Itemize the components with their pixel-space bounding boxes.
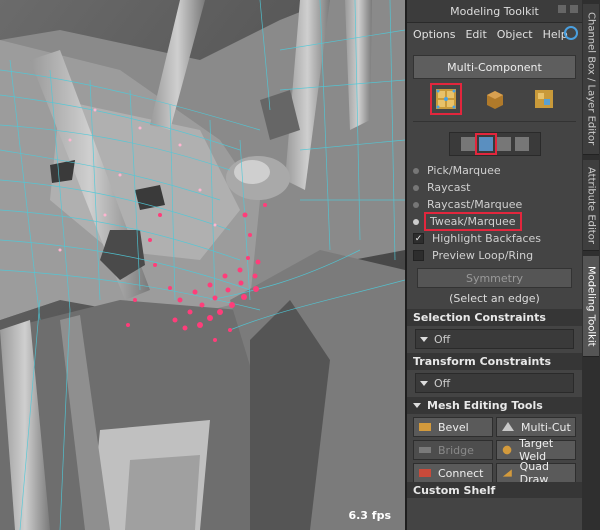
modeling-toolkit-panel: Modeling Toolkit Options Edit Object Hel… [407,0,582,530]
button-label: Connect [438,466,484,480]
drag-icon[interactable] [514,137,529,151]
checkbox-highlight-backfaces[interactable]: ✓ Highlight Backfaces [407,230,582,247]
quad-draw-button[interactable]: Quad Draw [496,460,576,486]
dropdown-value: Off [434,376,451,390]
bridge-button[interactable]: Bridge [413,440,493,460]
button-label: Multi-Cut [521,420,571,434]
chevron-down-icon [420,336,428,342]
mesh-editing-tools-header[interactable]: Mesh Editing Tools [407,397,582,414]
radio-label: Tweak/Marquee [424,212,522,231]
face-mode-icon[interactable] [483,87,507,111]
tab-attribute-editor[interactable]: Attribute Editor [583,160,599,251]
connect-icon [419,469,431,477]
transform-constraints-dropdown[interactable]: Off [415,373,574,393]
selection-constraints-header[interactable]: Selection Constraints [407,309,582,326]
section-title: Mesh Editing Tools [427,399,543,412]
check-box [413,250,424,261]
component-mode-row [421,83,568,115]
bridge-icon [419,447,431,453]
pick-mode-toolbar [448,132,541,156]
radio-tweak-marquee[interactable]: Tweak/Marquee [407,212,582,231]
side-tab-bar: Channel Box / Layer Editor Attribute Edi… [582,0,600,530]
vertex-mode-icon[interactable] [429,83,462,115]
radio-raycast-marquee[interactable]: Raycast/Marquee [407,196,582,213]
radio-label: Raycast/Marquee [427,198,523,211]
dropdown-value: Off [434,332,451,346]
menu-options[interactable]: Options [413,28,455,41]
target-weld-icon [502,445,512,455]
uv-mode-icon[interactable] [532,87,556,111]
panel-title: Modeling Toolkit [450,4,539,18]
radio-indicator [413,218,419,225]
radio-indicator [413,167,419,174]
raycast-icon[interactable] [496,137,511,151]
menu-bar: Options Edit Object Help [407,23,582,45]
selection-constraints-dropdown[interactable]: Off [415,329,574,349]
radio-label: Raycast [427,181,471,194]
check-icon: ✓ [413,233,424,244]
fps-readout: 6.3 fps [348,509,391,522]
connect-button[interactable]: Connect [413,463,493,483]
bevel-button[interactable]: Bevel [413,417,493,437]
selection-mode-list: Pick/Marquee Raycast Raycast/Marquee Twe… [407,162,582,264]
radio-indicator [413,201,419,208]
multi-component-button[interactable]: Multi-Component [413,55,576,79]
radio-indicator [413,184,419,191]
menu-object[interactable]: Object [497,28,533,41]
transform-constraints-header[interactable]: Transform Constraints [407,353,582,370]
symmetry-button[interactable]: Symmetry [417,268,572,288]
collapse-icon [413,403,421,408]
custom-shelf-header[interactable]: Custom Shelf [407,482,582,498]
tab-channel-box[interactable]: Channel Box / Layer Editor [583,4,599,155]
multi-cut-icon [502,422,514,431]
menu-edit[interactable]: Edit [465,28,486,41]
quad-draw-icon [502,469,512,477]
3d-viewport[interactable]: 6.3 fps [0,0,405,530]
marquee-icon[interactable] [460,137,475,151]
chevron-down-icon [420,380,428,386]
float-icon[interactable] [558,5,566,13]
tab-modeling-toolkit[interactable]: Modeling Toolkit [583,256,599,357]
checkbox-label: Highlight Backfaces [432,232,542,245]
checkbox-label: Preview Loop/Ring [432,249,534,262]
radio-raycast[interactable]: Raycast [407,179,582,196]
mesh-tools-grid: Bevel Multi-Cut Bridge Target Weld Conne… [413,417,576,486]
multi-cut-button[interactable]: Multi-Cut [496,417,576,437]
power-icon[interactable] [564,26,578,40]
separator [413,121,576,122]
window-buttons [558,5,578,13]
close-icon[interactable] [570,5,578,13]
tweak-icon[interactable] [474,133,497,155]
checkbox-preview-loop-ring[interactable]: Preview Loop/Ring [407,247,582,264]
radio-pick-marquee[interactable]: Pick/Marquee [407,162,582,179]
bevel-icon [419,423,431,431]
target-weld-button[interactable]: Target Weld [496,437,576,463]
button-label: Bridge [438,443,474,457]
panel-titlebar: Modeling Toolkit [407,0,582,23]
button-label: Bevel [438,420,469,434]
radio-label: Pick/Marquee [427,164,501,177]
hint-text: (Select an edge) [449,292,540,305]
viewport-scene [0,0,405,530]
